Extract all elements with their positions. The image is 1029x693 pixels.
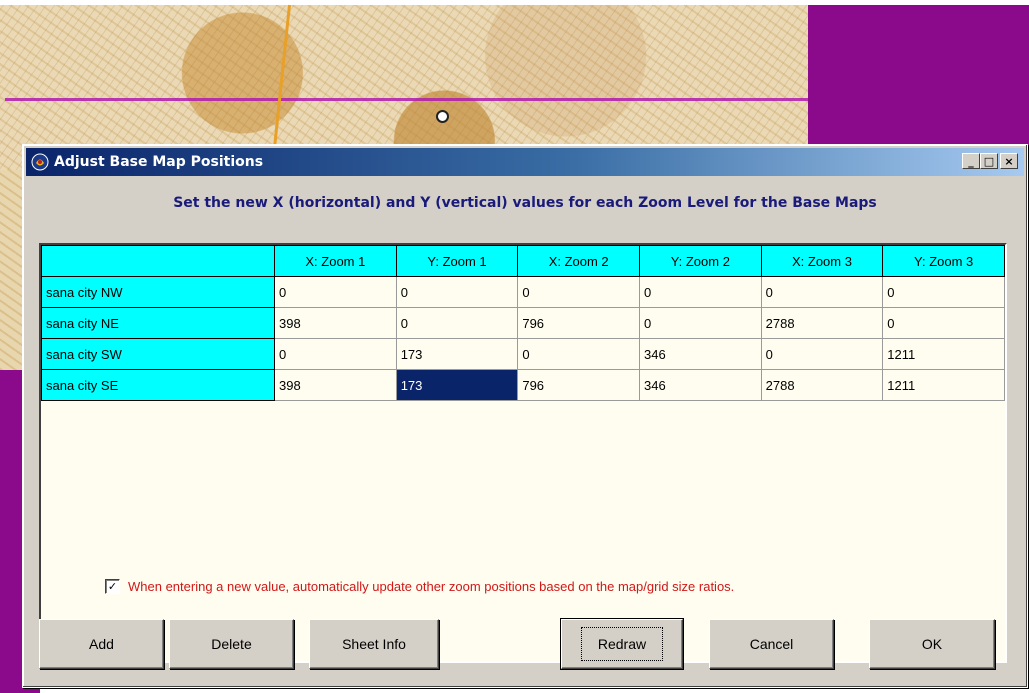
table-row: sana city NW 0 0 0 0 0 0 [40, 276, 1005, 308]
auto-update-checkbox[interactable]: ✓ [105, 579, 120, 594]
close-button[interactable]: × [1000, 153, 1018, 169]
maximize-button[interactable]: □ [980, 153, 998, 169]
background-purple-area [808, 5, 1029, 145]
app-icon [30, 152, 50, 172]
grid-cell[interactable]: 398 [274, 307, 397, 339]
grid-cell[interactable]: 0 [517, 338, 640, 370]
table-row: sana city NE 398 0 796 0 2788 0 [40, 307, 1005, 339]
row-header[interactable]: sana city NW [40, 276, 276, 308]
map-grid-line [5, 98, 808, 101]
map-marker-icon [436, 110, 449, 123]
column-header[interactable]: Y: Zoom 3 [882, 245, 1005, 277]
grid-corner-header[interactable] [40, 245, 276, 277]
grid-cell[interactable]: 0 [639, 307, 762, 339]
ok-button[interactable]: OK [869, 619, 995, 669]
adjust-base-map-dialog: Adjust Base Map Positions _ □ × Set the … [22, 144, 1028, 688]
grid-cell[interactable]: 0 [395, 307, 519, 339]
grid-cell[interactable]: 0 [395, 276, 519, 308]
grid-cell[interactable]: 0 [274, 276, 397, 308]
auto-update-option[interactable]: ✓ When entering a new value, automatical… [105, 579, 734, 594]
grid-cell[interactable]: 346 [639, 369, 762, 401]
row-header[interactable]: sana city SE [40, 369, 276, 401]
position-table: X: Zoom 1 Y: Zoom 1 X: Zoom 2 Y: Zoom 2 X: Z… [40, 245, 1005, 401]
column-header[interactable]: X: Zoom 1 [274, 245, 397, 277]
cancel-button[interactable]: Cancel [709, 619, 834, 669]
grid-cell[interactable]: 796 [517, 307, 640, 339]
grid-cell[interactable]: 0 [274, 338, 397, 370]
grid-cell[interactable]: 1211 [882, 369, 1005, 401]
column-header[interactable]: X: Zoom 2 [517, 245, 640, 277]
column-header[interactable]: Y: Zoom 2 [639, 245, 762, 277]
position-grid[interactable]: X: Zoom 1 Y: Zoom 1 X: Zoom 2 Y: Zoom 2 X: Z… [39, 243, 1007, 663]
grid-cell[interactable]: 0 [760, 338, 884, 370]
table-row: sana city SE 398 173 796 346 2788 1211 [40, 369, 1005, 401]
grid-cell[interactable]: 173 [395, 369, 519, 401]
column-header[interactable]: X: Zoom 3 [760, 245, 884, 277]
row-header[interactable]: sana city SW [40, 338, 276, 370]
grid-cell[interactable]: 346 [639, 338, 762, 370]
table-row: sana city SW 0 173 0 346 0 1211 [40, 338, 1005, 370]
delete-button[interactable]: Delete [169, 619, 294, 669]
grid-cell[interactable]: 0 [517, 276, 640, 308]
grid-cell[interactable]: 0 [639, 276, 762, 308]
grid-cell[interactable]: 1211 [882, 338, 1005, 370]
grid-cell[interactable]: 0 [882, 307, 1005, 339]
grid-cell[interactable]: 796 [517, 369, 640, 401]
instruction-text: Set the new X (horizontal) and Y (vertic… [173, 195, 877, 211]
sheet-info-button[interactable]: Sheet Info [309, 619, 439, 669]
auto-update-label: When entering a new value, automatically… [128, 579, 735, 594]
redraw-button[interactable]: Redraw [560, 618, 684, 670]
minimize-button[interactable]: _ [962, 153, 980, 169]
column-header[interactable]: Y: Zoom 1 [395, 245, 519, 277]
grid-cell[interactable]: 173 [395, 338, 519, 370]
grid-cell[interactable]: 2788 [760, 307, 884, 339]
title-bar[interactable]: Adjust Base Map Positions _ □ × [26, 148, 1024, 176]
row-header[interactable]: sana city NE [40, 307, 276, 339]
grid-cell[interactable]: 0 [760, 276, 884, 308]
redraw-label: Redraw [580, 627, 664, 661]
grid-cell[interactable]: 2788 [760, 369, 884, 401]
grid-cell[interactable]: 398 [274, 369, 397, 401]
grid-cell[interactable]: 0 [882, 276, 1005, 308]
add-button[interactable]: Add [39, 619, 164, 669]
dialog-title: Adjust Base Map Positions [54, 154, 264, 170]
